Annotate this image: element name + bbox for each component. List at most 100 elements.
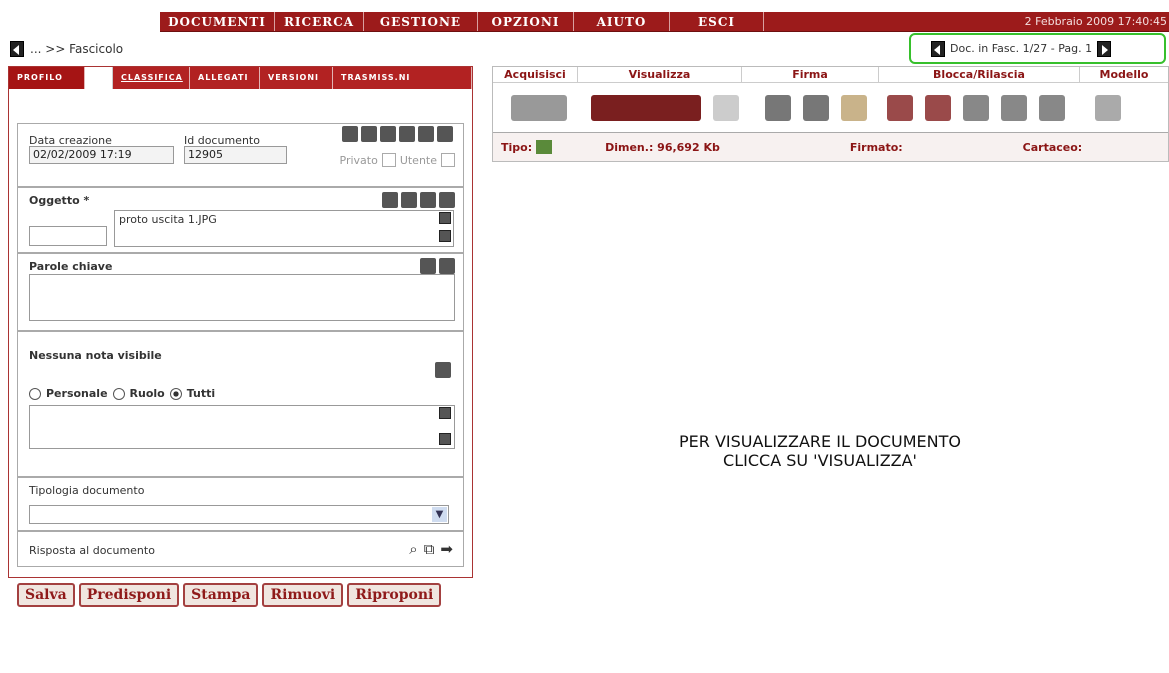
- oggetto-label: Oggetto *: [29, 194, 90, 207]
- group-acquisisci: Acquisisci: [493, 67, 578, 82]
- breadcrumb: ... >> Fascicolo: [10, 40, 123, 58]
- oggetto-textarea[interactable]: proto uscita 1.JPG: [114, 210, 454, 247]
- group-blocca-rilascia: Blocca/Rilascia: [879, 67, 1080, 82]
- group-modello: Modello: [1099, 68, 1149, 81]
- scroll-down-icon[interactable]: [439, 230, 451, 242]
- menu-ricerca[interactable]: RICERCA: [275, 12, 364, 31]
- search-icon[interactable]: ⌕: [409, 540, 417, 558]
- tab-profilo[interactable]: PROFILO: [9, 67, 85, 89]
- message-line1: PER VISUALIZZARE IL DOCUMENTO: [678, 432, 961, 451]
- radio-personale-label: Personale: [46, 387, 108, 400]
- cartaceo-label: Cartaceo:: [1022, 140, 1083, 154]
- tipo-label: Tipo:: [501, 140, 533, 154]
- unlock-icon[interactable]: [1001, 94, 1027, 121]
- stampa-button[interactable]: Stampa: [183, 583, 259, 607]
- radio-tutti-label: Tutti: [186, 387, 216, 400]
- visibility-radio-group: Personale Ruolo Tutti: [29, 387, 215, 400]
- view-icons[interactable]: [591, 94, 701, 121]
- scan-icon[interactable]: [342, 126, 358, 142]
- radio-ruolo[interactable]: [112, 387, 125, 400]
- tipologia-select[interactable]: ▼: [29, 505, 449, 524]
- smartcard-icon[interactable]: [841, 94, 867, 121]
- scroll-up-icon[interactable]: [439, 212, 451, 224]
- tab-spacer: [85, 67, 113, 89]
- menu-esci[interactable]: ESCI: [670, 12, 764, 31]
- firmato-label: Firmato:: [849, 140, 903, 154]
- document-navigator: Doc. in Fasc. 1/27 - Pag. 1: [909, 33, 1166, 64]
- template-icon[interactable]: [1095, 94, 1121, 121]
- note-section: Nessuna nota visibile Personale Ruolo Tu…: [17, 331, 464, 477]
- cosign-icon[interactable]: [803, 94, 829, 121]
- privato-checkbox[interactable]: [381, 153, 396, 167]
- note-scroll-down-icon[interactable]: [439, 433, 451, 445]
- top-bar: DOCUMENTI RICERCA GESTIONE OPZIONI AIUTO…: [0, 0, 1169, 33]
- radio-personale[interactable]: [29, 387, 41, 400]
- document-info-section: Data creazione 02/02/2009 17:19 Id docum…: [17, 123, 464, 187]
- group-visualizza: Visualizza: [578, 67, 742, 82]
- checkin-icon[interactable]: [925, 94, 951, 121]
- tab-bar: PROFILO CLASSIFICA ALLEGATI VERSIONI TRA…: [9, 67, 472, 89]
- id-documento-field: 12905: [184, 146, 287, 164]
- datetime-label: 2 Febbraio 2009 17:40:45: [1024, 15, 1167, 28]
- view-message: PER VISUALIZZARE IL DOCUMENTO CLICCA SU …: [600, 432, 1040, 470]
- list-icon[interactable]: [439, 192, 455, 208]
- checkout-icon[interactable]: [887, 94, 913, 121]
- oggetto-section: Oggetto * proto uscita 1.JPG: [17, 187, 464, 253]
- print-icon[interactable]: [437, 126, 453, 142]
- data-creazione-field: 02/02/2009 17:19: [29, 146, 174, 164]
- radio-tutti[interactable]: [169, 387, 182, 400]
- arrow-right-icon[interactable]: ➡: [440, 540, 453, 558]
- tipologia-section: Tipologia documento ▼: [17, 477, 464, 531]
- group-firma: Firma: [742, 67, 879, 82]
- document-actions: [339, 126, 453, 142]
- predisponi-button[interactable]: Predisponi: [78, 583, 180, 607]
- tab-allegati[interactable]: ALLEGATI: [190, 67, 260, 89]
- action-buttons: Salva Predisponi Stampa Rimuovi Ripropon…: [17, 583, 442, 607]
- document-toolbar: Acquisisci Visualizza Firma Blocca/Rilas…: [492, 66, 1169, 162]
- riproponi-button[interactable]: Riproponi: [347, 583, 442, 607]
- trash-icon[interactable]: [439, 258, 455, 274]
- rimuovi-button[interactable]: Rimuovi: [262, 583, 344, 607]
- utente-checkbox[interactable]: [441, 153, 455, 167]
- radio-ruolo-label: Ruolo: [129, 387, 165, 400]
- book-icon[interactable]: [399, 126, 415, 142]
- toolbar-headers: Acquisisci Visualizza Firma Blocca/Rilas…: [493, 67, 1168, 83]
- prev-document-icon[interactable]: [931, 40, 945, 57]
- next-document-icon[interactable]: [1097, 40, 1112, 57]
- notes-icon[interactable]: [401, 192, 417, 208]
- sign-icon[interactable]: [765, 94, 791, 121]
- acquire-icon[interactable]: [511, 94, 567, 121]
- message-line2: CLICCA SU 'VISUALIZZA': [723, 451, 917, 470]
- salva-button[interactable]: Salva: [17, 583, 75, 607]
- risposta-actions: ⌕ ⧉ ➡: [409, 540, 453, 558]
- abc-icon[interactable]: [420, 192, 436, 208]
- keyword-icon[interactable]: [420, 258, 436, 274]
- confirm-icon[interactable]: [1039, 94, 1065, 121]
- parole-chiave-input[interactable]: [29, 274, 455, 321]
- jpg-file-icon: [536, 140, 553, 154]
- link-icon[interactable]: ⧉: [424, 540, 435, 558]
- new-doc-icon[interactable]: [380, 126, 396, 142]
- back-arrow-icon[interactable]: [10, 41, 24, 57]
- spellcheck-icon[interactable]: [382, 192, 398, 208]
- tab-versioni[interactable]: VERSIONI: [260, 67, 333, 89]
- oggetto-code-input[interactable]: [29, 226, 107, 246]
- risposta-section: Risposta al documento ⌕ ⧉ ➡: [17, 531, 464, 567]
- breadcrumb-text[interactable]: ... >> Fascicolo: [30, 42, 123, 56]
- menu-opzioni[interactable]: OPZIONI: [478, 12, 574, 31]
- document-metadata: Tipo: Dimen.: 96,692 Kb Firmato: Cartace…: [493, 133, 1168, 161]
- menu-documenti[interactable]: DOCUMENTI: [160, 12, 275, 31]
- note-scroll-up-icon[interactable]: [439, 407, 451, 419]
- stamp-icon[interactable]: [418, 126, 434, 142]
- menu-gestione[interactable]: GESTIONE: [364, 12, 478, 31]
- chevron-down-icon[interactable]: ▼: [432, 507, 447, 522]
- add-note-icon[interactable]: [435, 362, 451, 378]
- profile-panel: PROFILO CLASSIFICA ALLEGATI VERSIONI TRA…: [8, 66, 473, 578]
- tab-classifica[interactable]: CLASSIFICA: [113, 67, 190, 89]
- lock-icon[interactable]: [963, 94, 989, 121]
- copy-icon[interactable]: [361, 126, 377, 142]
- tab-trasmissioni[interactable]: TRASMISS.NI: [333, 67, 472, 89]
- note-textarea[interactable]: [29, 405, 455, 449]
- refresh-icon[interactable]: [713, 94, 739, 121]
- menu-aiuto[interactable]: AIUTO: [574, 12, 670, 31]
